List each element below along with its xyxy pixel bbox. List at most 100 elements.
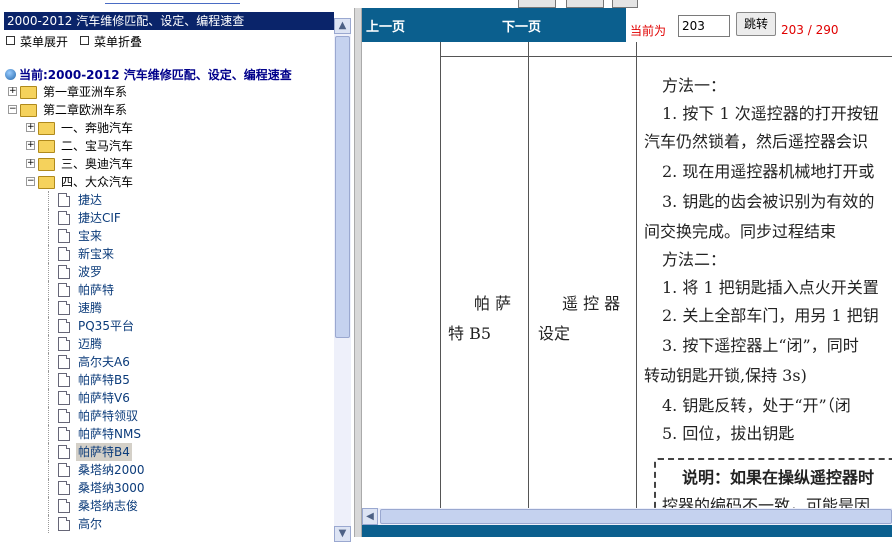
tree-node-label[interactable]: 第一章亚洲车系 — [41, 83, 129, 101]
tree-node-label[interactable]: 波罗 — [76, 263, 104, 281]
top-button-3[interactable] — [612, 0, 638, 8]
next-page-link[interactable]: 下一页 — [502, 16, 541, 35]
document-icon — [58, 445, 70, 459]
sidebar-scroll-thumb[interactable] — [335, 36, 350, 338]
tree-node-label[interactable]: 帕萨特V6 — [76, 389, 132, 407]
note-line1: 说明：如果在操纵遥控器时 — [682, 468, 875, 487]
panel-splitter[interactable] — [354, 8, 362, 537]
tree-node[interactable]: 捷达CIF — [0, 209, 333, 227]
sidebar-scrollbar[interactable]: ▲ ▼ — [334, 18, 351, 542]
tree-node[interactable]: + 一、奔驰汽车 — [0, 119, 333, 137]
tree-node-label[interactable]: 高尔夫A6 — [76, 353, 132, 371]
tree-connector — [48, 209, 49, 227]
go-button[interactable]: 跳转 — [736, 12, 776, 36]
document-text-line: 1. 按下 1 次遥控器的打开按钮 — [662, 104, 879, 123]
expand-toggle-icon[interactable]: + — [26, 123, 35, 132]
tree-node-label[interactable]: 桑塔纳3000 — [76, 479, 147, 497]
tree-node[interactable]: 帕萨特NMS — [0, 425, 333, 443]
tree-node-label[interactable]: 高尔 — [76, 515, 104, 533]
tree-node[interactable]: + 第一章亚洲车系 — [0, 83, 333, 101]
expand-menu-label: 菜单展开 — [20, 35, 69, 49]
tree-connector — [48, 335, 49, 353]
tree-node[interactable]: 捷达 — [0, 191, 333, 209]
tree-node[interactable]: + 二、宝马汽车 — [0, 137, 333, 155]
document-icon — [58, 301, 70, 315]
tree-node-label[interactable]: 帕萨特领驭 — [76, 407, 140, 425]
document-text-line: 间交换完成。同步过程结束 — [644, 222, 837, 241]
viewer-hscrollbar[interactable]: ◀ — [362, 508, 892, 525]
expand-toggle-icon[interactable]: + — [8, 87, 17, 96]
folder-icon — [38, 140, 55, 153]
tree-node[interactable]: + 三、奥迪汽车 — [0, 155, 333, 173]
tree-node-label[interactable]: 四、大众汽车 — [59, 173, 135, 191]
tree-node[interactable]: 波罗 — [0, 263, 333, 281]
tree-node[interactable]: 高尔 — [0, 515, 333, 533]
tree-node-label[interactable]: 捷达 — [76, 191, 104, 209]
top-button-1[interactable] — [518, 0, 556, 8]
collapse-toggle-icon[interactable]: − — [8, 105, 17, 114]
model-cell-line1: 帕 萨 — [474, 294, 512, 313]
tree-node-label[interactable]: 捷达CIF — [76, 209, 123, 227]
item-cell-line2: 设定 — [538, 324, 571, 343]
document-text-line: 3. 按下遥控器上“闭”，同时 — [662, 336, 859, 355]
expand-menu-button[interactable]: 菜单展开 — [6, 33, 68, 50]
scroll-up-arrow-icon[interactable]: ▲ — [334, 18, 351, 34]
tree-node-label[interactable]: PQ35平台 — [76, 317, 136, 335]
tree-node-label[interactable]: 一、奔驰汽车 — [59, 119, 135, 137]
prev-page-link[interactable]: 上一页 — [366, 16, 405, 35]
document-view: 帕 萨 特 B5 遥 控 器 设定 方法一： 1. 按下 1 次遥控器的打开按钮汽… — [362, 42, 892, 508]
tree-node[interactable]: 帕萨特B5 — [0, 371, 333, 389]
top-button-2[interactable] — [566, 0, 604, 8]
document-icon — [58, 229, 70, 243]
tree-connector — [48, 425, 49, 443]
tree-connector — [48, 497, 49, 515]
tree-node-label[interactable]: 帕萨特B5 — [76, 371, 132, 389]
tree-node[interactable]: 帕萨特B4 — [0, 443, 333, 461]
tree-node-label[interactable]: 帕萨特B4 — [76, 443, 132, 461]
collapse-menu-label: 菜单折叠 — [94, 35, 143, 49]
scanned-page: 帕 萨 特 B5 遥 控 器 设定 方法一： 1. 按下 1 次遥控器的打开按钮汽… — [362, 42, 892, 508]
document-icon — [58, 193, 70, 207]
document-text-line: 方法一： — [662, 76, 727, 95]
viewer-hscroll-thumb[interactable] — [380, 509, 892, 524]
tree-node-label[interactable]: 三、奥迪汽车 — [59, 155, 135, 173]
tree-node[interactable]: 帕萨特领驭 — [0, 407, 333, 425]
tree-node[interactable]: 新宝来 — [0, 245, 333, 263]
expand-toggle-icon[interactable]: + — [26, 159, 35, 168]
scroll-down-arrow-icon[interactable]: ▼ — [334, 526, 351, 542]
tree-node[interactable]: 速腾 — [0, 299, 333, 317]
tree-node[interactable]: 迈腾 — [0, 335, 333, 353]
tree-node[interactable]: − 四、大众汽车 — [0, 173, 333, 191]
tree-node[interactable]: 帕萨特V6 — [0, 389, 333, 407]
tree-node-label[interactable]: 迈腾 — [76, 335, 104, 353]
tree-node-label[interactable]: 第二章欧洲车系 — [41, 101, 129, 119]
expand-toggle-icon[interactable]: + — [26, 141, 35, 150]
tree-node[interactable]: 宝来 — [0, 227, 333, 245]
tree-node-label[interactable]: 二、宝马汽车 — [59, 137, 135, 155]
collapse-toggle-icon[interactable]: − — [26, 177, 35, 186]
tree-node[interactable]: 高尔夫A6 — [0, 353, 333, 371]
tree-connector — [48, 317, 49, 335]
tree-connector — [48, 389, 49, 407]
collapse-menu-button[interactable]: 菜单折叠 — [80, 33, 142, 50]
table-border-col2 — [636, 42, 637, 508]
tree-node[interactable]: 桑塔纳志俊 — [0, 497, 333, 515]
tree-node-label[interactable]: 桑塔纳2000 — [76, 461, 147, 479]
tree-node[interactable]: − 第二章欧洲车系 — [0, 101, 333, 119]
tree-node[interactable]: 桑塔纳2000 — [0, 461, 333, 479]
tree-node[interactable]: PQ35平台 — [0, 317, 333, 335]
tree-node-label[interactable]: 新宝来 — [76, 245, 116, 263]
tree-node[interactable]: 桑塔纳3000 — [0, 479, 333, 497]
tree-node-label[interactable]: 速腾 — [76, 299, 104, 317]
tree-node-label[interactable]: 桑塔纳志俊 — [76, 497, 140, 515]
top-link[interactable] — [105, 0, 240, 4]
tree-node-label[interactable]: 帕萨特NMS — [76, 425, 143, 443]
scroll-left-arrow-icon[interactable]: ◀ — [362, 508, 378, 525]
document-text-line: 1. 将 1 把钥匙插入点火开关置 — [662, 278, 879, 297]
tree-node-label[interactable]: 帕萨特 — [76, 281, 116, 299]
tree-node-label[interactable]: 宝来 — [76, 227, 104, 245]
tree-node[interactable]: 帕萨特 — [0, 281, 333, 299]
tree-connector — [48, 227, 49, 245]
page-number-input[interactable] — [678, 15, 730, 37]
tree-connector — [48, 461, 49, 479]
